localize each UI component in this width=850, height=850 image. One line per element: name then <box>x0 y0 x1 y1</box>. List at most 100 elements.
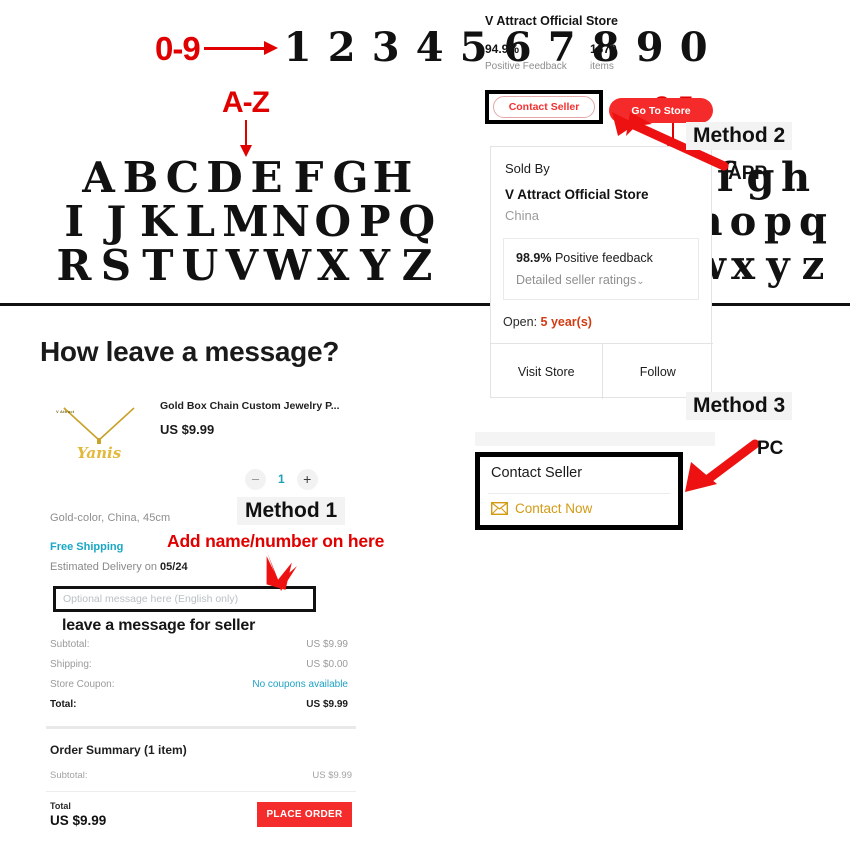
price-row-value: US $9.99 <box>306 699 348 710</box>
letter-glyph: I <box>64 197 85 246</box>
letter-glyph: H <box>372 153 413 202</box>
letter-glyph: P <box>358 197 391 246</box>
letter-glyph: Z <box>401 241 433 290</box>
feedback-summary: 98.9% Positive feedback <box>516 251 653 265</box>
price-row: Subtotal: US $9.99 <box>50 639 348 659</box>
sold-by-country: China <box>505 208 539 223</box>
store-open-value: 5 year(s) <box>540 315 592 329</box>
price-row-total: Total: US $9.99 <box>50 699 348 719</box>
letter-glyph: Y <box>360 241 391 290</box>
order-summary-title: Order Summary (1 item) <box>50 743 187 757</box>
order-summary-total-value: US $9.99 <box>50 813 107 828</box>
product-title: Gold Box Chain Custom Jewelry P... <box>160 400 340 412</box>
svg-text:Yanis: Yanis <box>77 444 122 462</box>
method-3-platform-label: PC <box>757 438 784 459</box>
letter-glyph: F <box>293 153 324 202</box>
order-summary-total-label: Total <box>50 801 71 811</box>
product-info: Gold Box Chain Custom Jewelry P... US $9… <box>160 400 375 437</box>
order-summary-subtotal-value: US $9.99 <box>312 770 352 781</box>
contact-now-link[interactable]: Contact Now <box>490 501 593 516</box>
store-open-duration: Open: 5 year(s) <box>503 315 592 329</box>
letter-glyph: M <box>222 197 269 246</box>
delivery-date: 05/24 <box>160 561 188 573</box>
tab-follow[interactable]: Follow <box>603 344 714 399</box>
letter-glyph: E <box>250 153 283 202</box>
price-row: Shipping: US $0.00 <box>50 659 348 679</box>
order-summary-footer: Total US $9.99 PLACE ORDER <box>46 792 356 828</box>
contact-seller-pc-box: Contact Seller Contact Now <box>475 452 683 530</box>
digits-range-label: 0-9 <box>155 29 201 67</box>
right-arrow-icon <box>203 41 278 55</box>
letter-glyph: A <box>82 153 115 202</box>
quantity-decrease-button[interactable]: – <box>245 468 266 490</box>
store-stat-label: Positive Feedback <box>485 61 567 72</box>
mail-icon <box>490 501 509 516</box>
price-row-label: Total: <box>50 699 77 710</box>
quantity-increase-button[interactable]: + <box>296 468 318 490</box>
contact-seller-highlight-box: Contact Seller <box>485 90 603 124</box>
price-row[interactable]: Store Coupon: No coupons available <box>50 679 348 699</box>
free-shipping-badge: Free Shipping <box>50 541 124 553</box>
store-stat: 1679 items <box>590 42 695 72</box>
letter-glyph: O <box>314 197 352 246</box>
order-summary-total: Total US $9.99 <box>50 801 106 828</box>
product-variant: Gold-color, China, 45cm <box>50 512 171 524</box>
letter-glyph: V <box>225 241 259 290</box>
message-input-placeholder: Optional message here (English only) <box>63 593 239 605</box>
product-thumbnail[interactable]: Yanis V Attract <box>50 390 148 482</box>
digit-glyph: 3 <box>371 24 400 71</box>
order-summary-card: Order Summary (1 item) Subtotal: US $9.9… <box>46 726 356 828</box>
page-title: How leave a message? <box>40 336 340 367</box>
product-price: US $9.99 <box>160 421 215 437</box>
letter-glyph: p <box>764 198 792 245</box>
price-breakdown: Subtotal: US $9.99 Shipping: US $0.00 St… <box>50 639 348 719</box>
letter-glyph: z <box>801 242 825 289</box>
letter-glyph: X <box>316 241 350 290</box>
letter-glyph: U <box>181 241 219 290</box>
letter-glyph: G <box>332 153 369 202</box>
place-order-button[interactable]: PLACE ORDER <box>257 802 352 827</box>
sold-by-label: Sold By <box>505 161 550 176</box>
leave-message-caption: leave a message for seller <box>62 617 256 634</box>
method-3-arrow-icon <box>683 439 760 494</box>
tutorial-infographic: 0-9 1 2 3 4 5 6 7 8 9 0 A-Z A B C D E F … <box>0 0 850 850</box>
store-name-heading: V Attract Official Store <box>485 14 618 28</box>
letter-glyph: K <box>139 197 177 246</box>
letter-glyph: R <box>56 241 92 290</box>
uppercase-alphabet-block: A-Z A B C D E F G H I J K L M N O P Q R … <box>48 88 443 288</box>
digit-glyph: 1 <box>283 24 312 71</box>
sold-by-store-name[interactable]: V Attract Official Store <box>505 187 649 202</box>
price-row-value[interactable]: No coupons available <box>252 679 348 690</box>
contact-seller-button[interactable]: Contact Seller <box>493 96 595 118</box>
letter-glyph: S <box>100 241 132 290</box>
letter-glyph: J <box>106 197 127 246</box>
letter-glyph: x <box>731 242 755 289</box>
contact-now-label: Contact Now <box>515 501 593 516</box>
price-row-value: US $0.00 <box>306 659 348 670</box>
letter-glyph: B <box>122 153 159 202</box>
feedback-percent: 98.9% <box>516 251 552 265</box>
digit-glyph: 4 <box>415 24 444 71</box>
contact-seller-pc-header: Contact Seller <box>491 465 583 481</box>
detailed-seller-ratings-link[interactable]: Detailed seller ratings⌄ <box>516 273 645 287</box>
store-stat-value: 94.9% <box>485 42 520 56</box>
down-arrow-icon <box>48 120 443 157</box>
letter-glyph: h <box>780 154 811 201</box>
method-3-badge: Method 3 <box>686 392 793 420</box>
letter-glyph: q <box>799 198 827 245</box>
page-background-strip <box>475 432 715 446</box>
tab-visit-store[interactable]: Visit Store <box>491 344 603 399</box>
letter-glyph: N <box>271 197 310 246</box>
digit-glyph: 2 <box>327 24 356 71</box>
uppercase-row: I J K L M N O P Q <box>48 200 443 244</box>
price-row-label: Subtotal: <box>50 639 90 650</box>
estimated-delivery: Estimated Delivery on 05/24 <box>50 561 188 573</box>
letter-glyph: W <box>263 241 312 290</box>
quantity-stepper[interactable]: – 1 + <box>245 466 333 492</box>
price-row-label: Store Coupon: <box>50 679 115 690</box>
letter-glyph: D <box>206 153 243 202</box>
store-tabs: Visit Store Follow <box>491 343 713 399</box>
order-summary-subtotal-label: Subtotal: <box>50 770 88 781</box>
feedback-text: Positive feedback <box>554 251 653 265</box>
divider <box>488 493 670 494</box>
